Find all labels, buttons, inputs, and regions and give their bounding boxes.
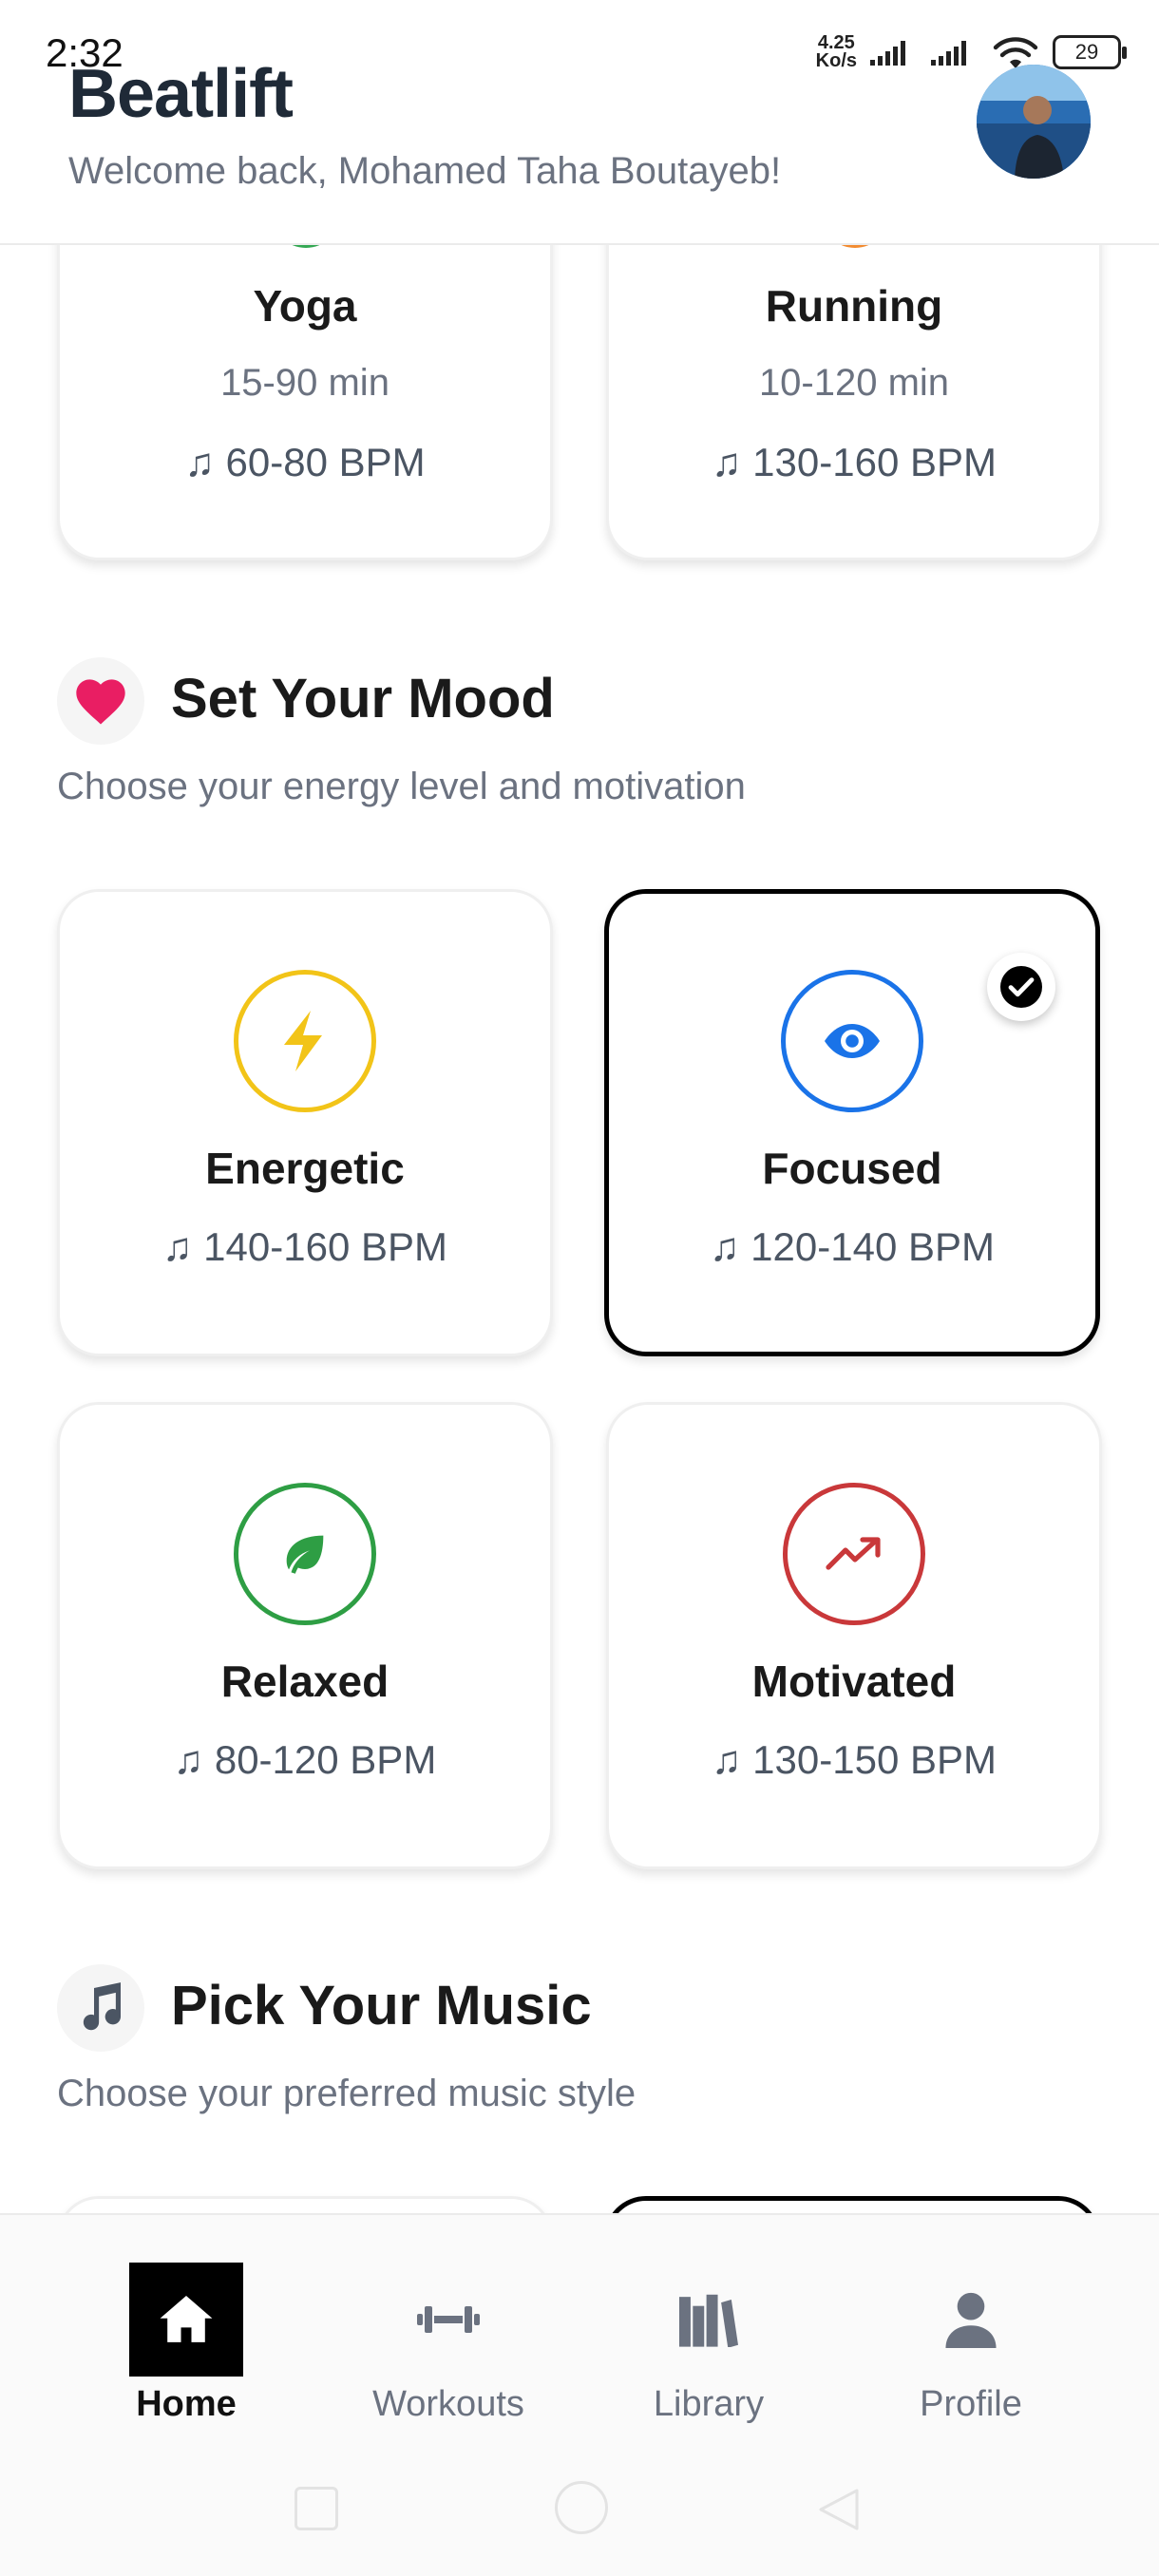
system-home-button[interactable] [555, 2481, 608, 2534]
mood-bpm: ♫ 130-150 BPM [712, 1737, 997, 1782]
mood-bpm: ♫ 140-160 BPM [162, 1224, 447, 1269]
eye-icon [781, 970, 923, 1112]
trending-up-icon [783, 1483, 925, 1625]
mood-name: Relaxed [220, 1657, 390, 1706]
mood-card-focused[interactable]: Focused ♫ 120-140 BPM [604, 889, 1100, 1356]
network-speed: 4.25 Ko/s [815, 33, 857, 71]
app-screen: Yoga 15-90 min ♫ 60-80 BPM Running 10-12… [0, 0, 1159, 2576]
mood-card-motivated[interactable]: Motivated ♫ 130-150 BPM [606, 1402, 1102, 1869]
nav-library[interactable]: Library [585, 2263, 832, 2424]
nav-label: Profile [920, 2384, 1022, 2424]
selected-check-icon [987, 953, 1055, 1021]
workout-duration: 10-120 min [758, 362, 950, 404]
battery-icon: 29 [1053, 35, 1127, 69]
leaf-icon [234, 1483, 376, 1625]
workout-bpm: ♫ 130-160 BPM [712, 440, 997, 484]
nav-label: Workouts [372, 2384, 524, 2424]
battery-level: 29 [1074, 40, 1099, 64]
music-section-subtitle: Choose your preferred music style [57, 2073, 636, 2114]
nav-label: Home [136, 2384, 237, 2424]
nav-home[interactable]: Home [63, 2263, 310, 2424]
mood-name: Energetic [205, 1144, 405, 1193]
workout-bpm: ♫ 60-80 BPM [184, 440, 426, 484]
welcome-message: Welcome back, Mohamed Taha Boutayeb! [68, 150, 782, 192]
mood-name: Focused [762, 1144, 942, 1193]
dumbbell-icon [391, 2263, 505, 2377]
signal-icon-2 [931, 41, 966, 66]
system-recents-button[interactable] [294, 2487, 338, 2530]
mood-card-relaxed[interactable]: Relaxed ♫ 80-120 BPM [57, 1402, 553, 1869]
person-icon [914, 2263, 1028, 2377]
system-back-button[interactable] [815, 2487, 861, 2532]
mood-bpm: ♫ 80-120 BPM [173, 1737, 437, 1782]
home-icon [129, 2263, 243, 2377]
mood-section-title: Set Your Mood [171, 668, 555, 729]
workout-name: Running [765, 281, 943, 331]
heart-icon [57, 657, 144, 745]
nav-profile[interactable]: Profile [847, 2263, 1094, 2424]
workout-name: Yoga [253, 281, 357, 331]
music-section-title: Pick Your Music [171, 1975, 592, 2036]
nav-workouts[interactable]: Workouts [325, 2263, 572, 2424]
network-speed-unit: Ko/s [815, 50, 857, 71]
mood-bpm: ♫ 120-140 BPM [710, 1224, 995, 1269]
app-title: Beatlift [68, 56, 294, 132]
nav-label: Library [653, 2384, 765, 2424]
app-header: 2:32 4.25 Ko/s 29 Beatlift Welcome back,… [0, 0, 1159, 245]
mood-card-energetic[interactable]: Energetic ♫ 140-160 BPM [57, 889, 553, 1356]
lightning-icon [234, 970, 376, 1112]
music-note-icon [57, 1964, 144, 2052]
mood-name: Motivated [751, 1657, 957, 1706]
workout-duration: 15-90 min [220, 362, 390, 404]
signal-icon [870, 41, 905, 66]
avatar[interactable] [977, 65, 1091, 179]
status-icons: 4.25 Ko/s 29 [815, 28, 1127, 76]
library-icon [652, 2263, 766, 2377]
mood-section-subtitle: Choose your energy level and motivation [57, 766, 746, 807]
